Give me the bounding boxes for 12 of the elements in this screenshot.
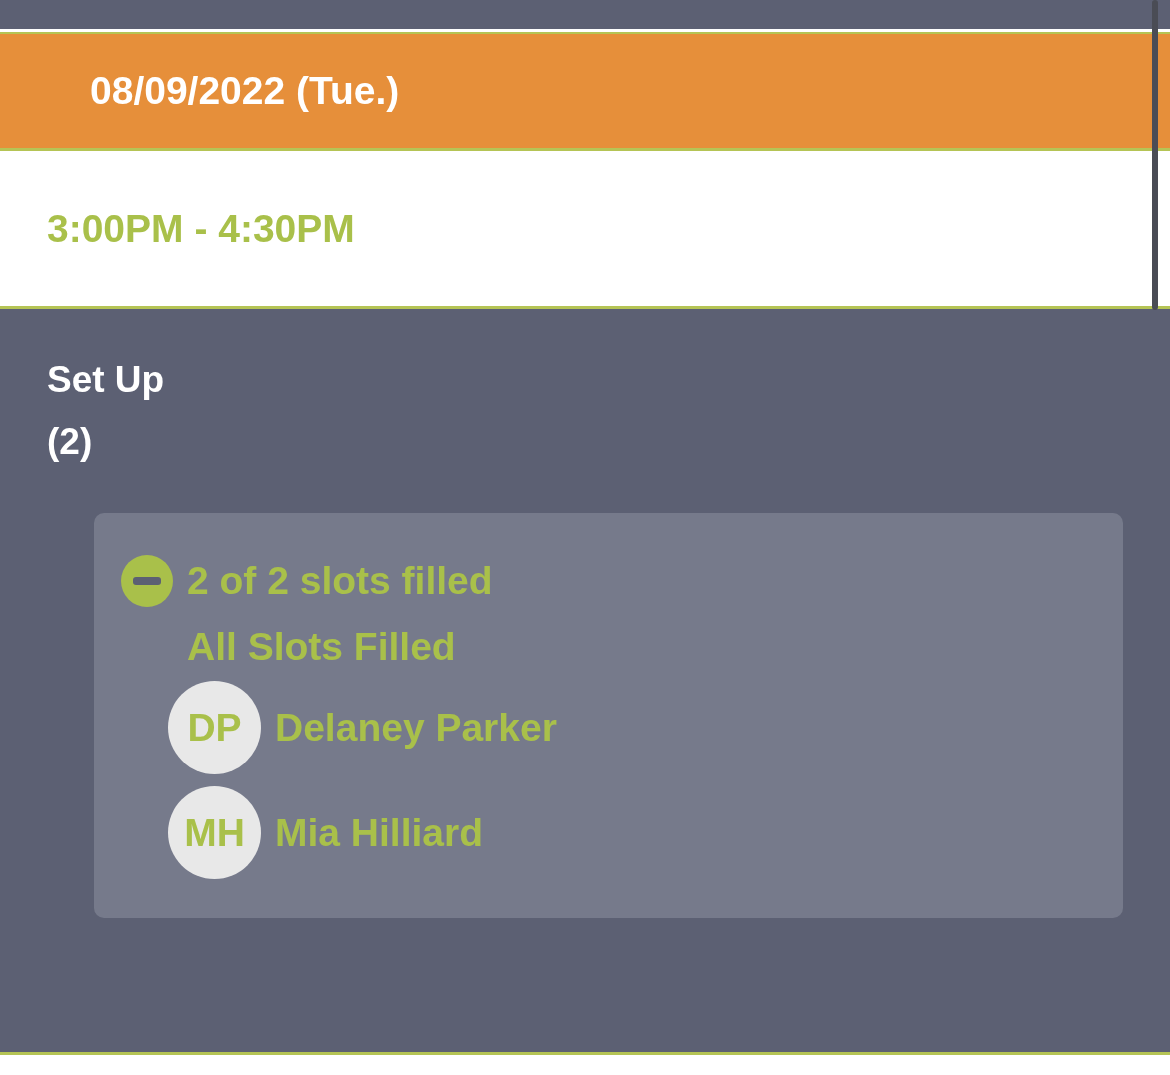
slots-status: All Slots Filled	[187, 625, 457, 669]
scrollbar[interactable]	[1152, 0, 1158, 310]
person-name: Mia Hilliard	[275, 810, 484, 855]
collapse-icon[interactable]	[121, 555, 173, 607]
avatar: MH	[168, 786, 261, 879]
date-text: 08/09/2022 (Tue.)	[90, 69, 400, 113]
avatar: DP	[168, 681, 261, 774]
person-name: Delaney Parker	[275, 705, 557, 750]
role-count: (2)	[47, 420, 94, 464]
time-slot: 3:00PM - 4:30PM	[47, 206, 355, 251]
role-title: Set Up	[47, 358, 166, 402]
slots-summary: 2 of 2 slots filled	[187, 559, 493, 603]
